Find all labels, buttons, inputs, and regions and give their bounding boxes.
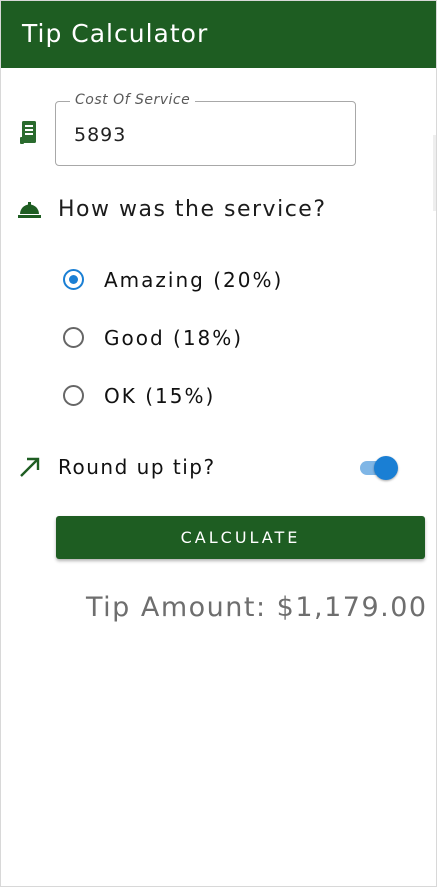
switch-thumb[interactable]: [374, 456, 398, 480]
calculate-button[interactable]: CALCULATE: [56, 516, 425, 559]
option-good-label: Good (18%): [104, 326, 244, 350]
app-bar: Tip Calculator: [1, 1, 436, 68]
radio-button[interactable]: [63, 385, 84, 406]
round-up-label: Round up tip?: [58, 455, 216, 479]
app-screen: Tip Calculator Cost Of Service How was t…: [0, 0, 437, 887]
option-ok-label: OK (15%): [104, 384, 216, 408]
radio-button[interactable]: [63, 327, 84, 348]
service-question: How was the service?: [58, 197, 327, 222]
room-service-bell-icon: [17, 200, 42, 220]
scroll-indicator: [433, 135, 436, 211]
option-good[interactable]: Good (18%): [61, 323, 321, 355]
radio-dot: [69, 275, 78, 284]
cost-of-service-input[interactable]: [74, 120, 334, 150]
option-ok[interactable]: OK (15%): [61, 381, 321, 413]
receipt-icon: [19, 120, 39, 146]
round-up-switch[interactable]: [358, 456, 398, 480]
cost-of-service-field[interactable]: Cost Of Service: [55, 92, 356, 166]
app-title: Tip Calculator: [22, 19, 209, 48]
trending-up-icon: [19, 456, 41, 478]
option-amazing[interactable]: Amazing (20%): [61, 265, 321, 297]
radio-button-checked[interactable]: [63, 269, 84, 290]
cost-of-service-label: Cost Of Service: [70, 92, 196, 108]
option-amazing-label: Amazing (20%): [104, 268, 284, 292]
tip-amount-result: Tip Amount: $1,179.00: [86, 592, 428, 623]
